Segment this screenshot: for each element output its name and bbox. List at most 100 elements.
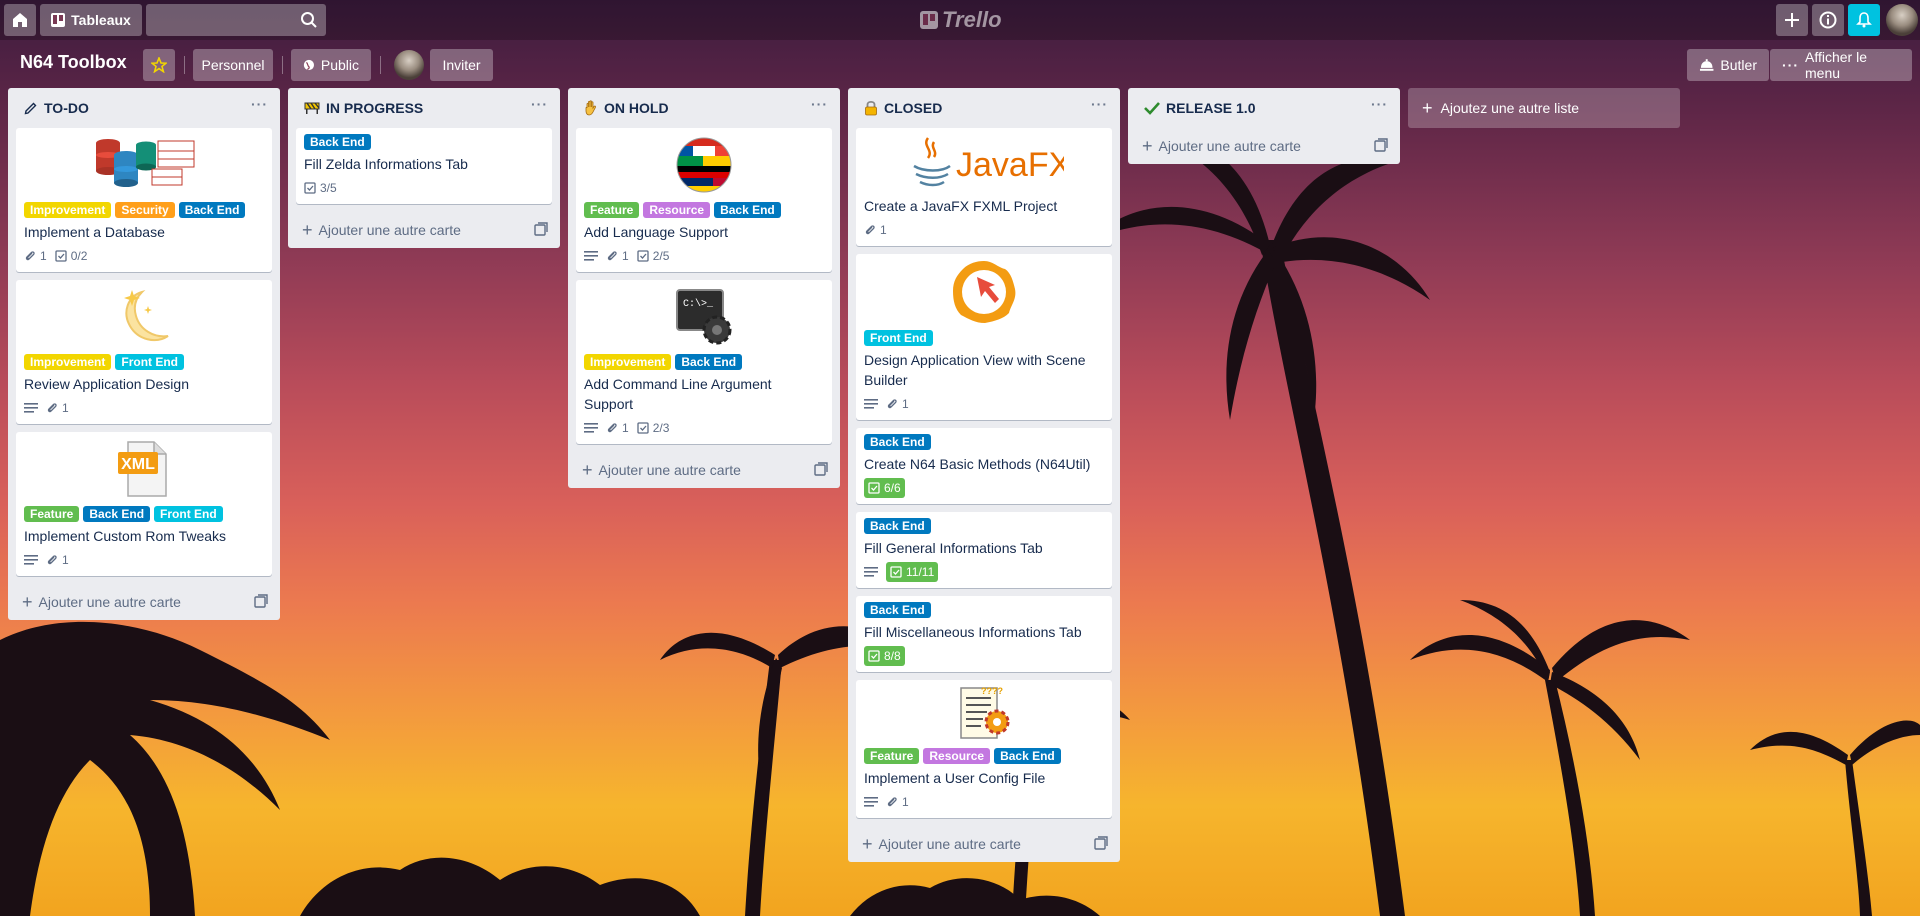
info-button[interactable]: [1812, 4, 1844, 36]
card-template-icon[interactable]: [534, 222, 548, 236]
flags-globe-icon: [676, 137, 732, 193]
attachment-count: 1: [62, 553, 69, 567]
add-card-label: Ajouter une autre carte: [1158, 138, 1301, 154]
list-header[interactable]: CLOSED ···: [856, 88, 1112, 128]
attachment-count: 1: [902, 397, 909, 411]
attachment-badge: 1: [606, 249, 629, 263]
add-list-button[interactable]: + Ajoutez une autre liste: [1408, 88, 1680, 128]
moon-icon: [124, 289, 169, 342]
card-badges: 8/8: [864, 646, 1104, 666]
card[interactable]: Back End Fill General Informations Tab 1…: [856, 512, 1112, 588]
card[interactable]: JavaFX Create a JavaFX FXML Project 1: [856, 128, 1112, 246]
star-button[interactable]: [143, 49, 175, 81]
attachment-badge: 1: [24, 249, 47, 263]
card-cover: [24, 284, 264, 350]
plus-icon: +: [1422, 97, 1433, 118]
scene-builder-icon: [953, 261, 1016, 323]
add-card-button[interactable]: + Ajouter une autre carte: [296, 212, 552, 248]
card-title: Implement Custom Rom Tweaks: [24, 528, 227, 544]
description-icon: [24, 403, 38, 413]
list-release: RELEASE 1.0 ··· + Ajouter une autre cart…: [1128, 88, 1400, 164]
label-resource: Resource: [923, 748, 991, 764]
home-button[interactable]: [4, 4, 36, 36]
list-in-progress: IN PROGRESS ··· Back End Fill Zelda Info…: [288, 88, 560, 248]
list-title: IN PROGRESS: [326, 100, 424, 116]
card-badges: 1: [24, 550, 264, 570]
card-title: Create a JavaFX FXML Project: [864, 198, 1058, 214]
check-icon: [1144, 102, 1160, 115]
label-back-end: Back End: [178, 202, 246, 218]
home-icon: [13, 13, 27, 27]
card-title: Design Application View with Scene Build…: [864, 352, 1086, 388]
card[interactable]: Improvement Front End Review Application…: [16, 280, 272, 424]
list-header[interactable]: ON HOLD ···: [576, 88, 832, 128]
add-card-button[interactable]: + Ajouter une autre carte: [1136, 128, 1392, 164]
card-title: Implement a User Config File: [864, 770, 1046, 786]
invite-button[interactable]: Inviter: [430, 49, 493, 81]
card[interactable]: C:\>_ Improvement Back End Add Command L…: [576, 280, 832, 444]
show-menu-button[interactable]: ··· Afficher le menu: [1770, 49, 1912, 81]
checklist-count: 0/2: [70, 249, 88, 263]
attachment-badge: 1: [46, 401, 69, 415]
notifications-button[interactable]: [1848, 4, 1880, 36]
trello-logo[interactable]: Trello: [920, 6, 1002, 34]
plus-icon: +: [862, 833, 873, 854]
card-template-icon[interactable]: [814, 462, 828, 476]
card-cover: [24, 132, 264, 198]
card[interactable]: Feature Resource Back End Add Language S…: [576, 128, 832, 272]
list-menu-icon[interactable]: ···: [531, 96, 548, 112]
card[interactable]: Front End Design Application View with S…: [856, 254, 1112, 420]
card-labels: Feature Back End Front End: [24, 506, 264, 522]
header-divider: [380, 56, 381, 74]
checklist-complete-badge: 8/8: [864, 646, 905, 666]
search-input[interactable]: [146, 4, 286, 36]
search-box[interactable]: [146, 4, 326, 36]
checklist-icon: [868, 650, 880, 662]
list-header[interactable]: IN PROGRESS ···: [296, 88, 552, 128]
card-template-icon[interactable]: [254, 594, 268, 608]
list-menu-icon[interactable]: ···: [1371, 96, 1388, 112]
list-menu-icon[interactable]: ···: [1091, 96, 1108, 112]
list-header[interactable]: RELEASE 1.0 ···: [1136, 88, 1392, 128]
card[interactable]: ???? Feature Resource Back End Implement…: [856, 680, 1112, 818]
card-labels: Back End: [304, 134, 544, 150]
add-card-button[interactable]: + Ajouter une autre carte: [16, 584, 272, 620]
card[interactable]: Back End Create N64 Basic Methods (N64Ut…: [856, 428, 1112, 504]
card[interactable]: Back End Fill Zelda Informations Tab 3/5: [296, 128, 552, 204]
list-menu-icon[interactable]: ···: [251, 96, 268, 112]
construction-icon: [304, 102, 320, 114]
card-labels: Back End: [864, 434, 1104, 450]
label-feature: Feature: [864, 748, 920, 764]
pencil-icon: [24, 102, 37, 115]
add-card-button[interactable]: + Ajouter une autre carte: [856, 826, 1112, 862]
visibility-button[interactable]: Public: [291, 49, 371, 81]
board-title[interactable]: N64 Toolbox: [20, 52, 127, 73]
attachment-count: 1: [622, 421, 629, 435]
create-button[interactable]: [1776, 4, 1808, 36]
label-back-end: Back End: [304, 134, 371, 150]
member-avatar[interactable]: [394, 50, 424, 80]
label-back-end: Back End: [864, 518, 931, 534]
user-avatar[interactable]: [1886, 4, 1918, 36]
list-menu-icon[interactable]: ···: [811, 96, 828, 112]
butler-button[interactable]: Butler: [1687, 49, 1769, 81]
label-security: Security: [115, 202, 175, 218]
team-button[interactable]: Personnel: [193, 49, 273, 81]
terminal-prompt: C:\>_: [683, 298, 714, 310]
card[interactable]: Improvement Security Back End Implement …: [16, 128, 272, 272]
list-header[interactable]: TO-DO ···: [16, 88, 272, 128]
card[interactable]: Back End Fill Miscellaneous Informations…: [856, 596, 1112, 672]
info-icon: [1819, 11, 1837, 29]
add-card-button[interactable]: + Ajouter une autre carte: [576, 452, 832, 488]
card-template-icon[interactable]: [1094, 836, 1108, 850]
card-badges: 6/6: [864, 478, 1104, 498]
boards-button[interactable]: Tableaux: [40, 4, 142, 36]
card-badges: 1 0/2: [24, 246, 264, 266]
search-icon[interactable]: [300, 11, 318, 29]
card-template-icon[interactable]: [1374, 138, 1388, 152]
more-icon: ···: [1782, 57, 1799, 73]
card[interactable]: XML Feature Back End Front End Implement…: [16, 432, 272, 576]
attachment-count: 1: [622, 249, 629, 263]
description-icon: [24, 555, 38, 565]
attachment-badge: 1: [886, 795, 909, 809]
